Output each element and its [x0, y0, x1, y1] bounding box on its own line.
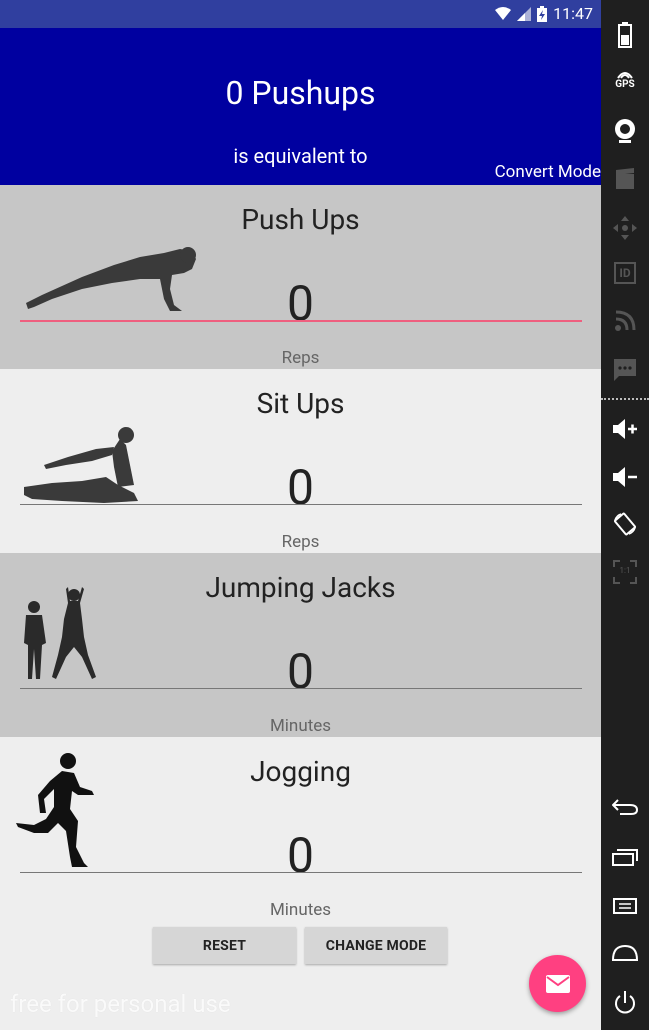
- power-icon[interactable]: [601, 990, 649, 1016]
- battery-icon[interactable]: [601, 22, 649, 48]
- rotate-icon[interactable]: [601, 512, 649, 536]
- exercise-value-input[interactable]: 0: [0, 275, 601, 332]
- input-underline: [20, 504, 582, 505]
- exercise-unit: Minutes: [269, 900, 332, 920]
- change-mode-button[interactable]: CHANGE MODE: [305, 927, 447, 964]
- home-icon[interactable]: [601, 944, 649, 962]
- exercise-value-input[interactable]: 0: [0, 459, 601, 516]
- status-bar: 11:47: [0, 0, 601, 28]
- status-time: 11:47: [553, 4, 593, 23]
- media-icon[interactable]: [601, 168, 649, 190]
- exercise-value-input[interactable]: 0: [0, 643, 601, 700]
- exercise-name: Sit Ups: [256, 387, 345, 420]
- signal-icon: [517, 6, 532, 21]
- exercise-card-pushups: Push Ups 0 Reps: [0, 185, 601, 369]
- app-screen: 11:47 0 Pushups is equivalent to Convert…: [0, 0, 601, 1030]
- exercise-unit: Reps: [281, 348, 320, 368]
- reset-button[interactable]: RESET: [153, 927, 296, 964]
- battery-charging-icon: [537, 5, 548, 22]
- exercise-name: Push Ups: [241, 203, 360, 236]
- back-icon[interactable]: [601, 798, 649, 816]
- scale-label: 1:1: [619, 566, 631, 575]
- summary-title: 0 Pushups: [225, 74, 376, 112]
- convert-mode-label[interactable]: Convert Mode: [495, 162, 601, 182]
- exercise-value-input[interactable]: 0: [0, 827, 601, 884]
- wifi-icon: [495, 6, 512, 20]
- summary-header: 0 Pushups is equivalent to Convert Mode: [0, 28, 601, 185]
- id-label: ID: [614, 262, 636, 284]
- volume-down-icon[interactable]: [601, 466, 649, 488]
- exercise-card-situps: Sit Ups 0 Reps: [0, 369, 601, 553]
- id-icon[interactable]: ID: [601, 262, 649, 284]
- toolbar-divider: [601, 398, 649, 400]
- exercise-card-jumping-jacks: Jumping Jacks 0 Minutes: [0, 553, 601, 737]
- volume-up-icon[interactable]: [601, 418, 649, 440]
- messages-icon[interactable]: [601, 358, 649, 382]
- gps-label: GPS: [615, 79, 635, 90]
- scale-icon[interactable]: 1:1: [601, 560, 649, 584]
- gps-icon[interactable]: GPS: [601, 70, 649, 90]
- cellular-icon[interactable]: [601, 310, 649, 332]
- exercise-name: Jogging: [250, 755, 351, 788]
- emulator-toolbar: GPS ID 1:1: [601, 0, 649, 1030]
- camera-icon[interactable]: [601, 118, 649, 144]
- email-fab-button[interactable]: [529, 955, 586, 1012]
- input-underline: [20, 320, 582, 322]
- exercise-unit: Reps: [281, 532, 320, 552]
- watermark-text: free for personal use: [10, 990, 231, 1018]
- overview-icon[interactable]: [601, 848, 649, 866]
- exercise-name: Jumping Jacks: [205, 571, 396, 604]
- exercise-unit: Minutes: [269, 716, 332, 736]
- dpad-icon[interactable]: [601, 216, 649, 240]
- input-underline: [20, 688, 582, 689]
- email-icon: [545, 974, 570, 993]
- input-underline: [20, 872, 582, 873]
- menu-icon[interactable]: [601, 898, 649, 914]
- exercise-card-jogging: Jogging 0 Minutes: [0, 737, 601, 921]
